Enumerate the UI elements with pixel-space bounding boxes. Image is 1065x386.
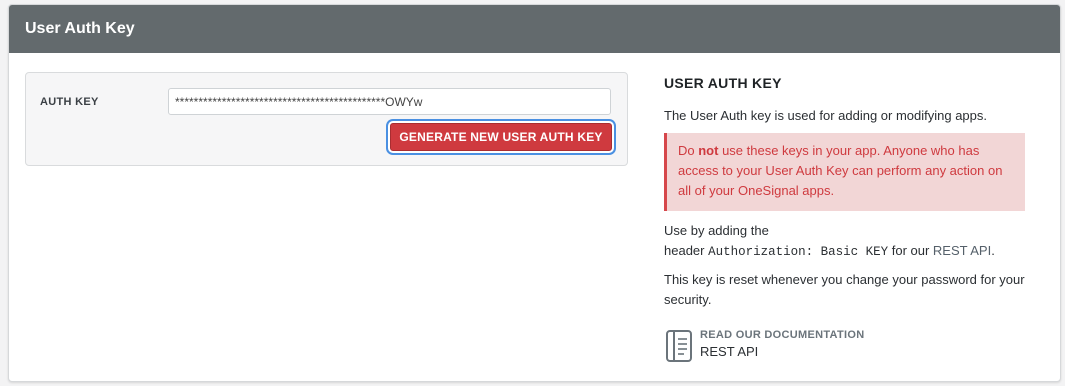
- documentation-text: READ OUR DOCUMENTATION REST API: [700, 328, 864, 362]
- rest-api-doc-link[interactable]: REST API: [700, 342, 758, 362]
- usage-line-1: Use by adding the: [664, 223, 769, 238]
- auth-key-box: AUTH KEY GENERATE NEW USER AUTH KEY: [25, 72, 628, 166]
- book-icon: [664, 329, 694, 363]
- info-heading: USER AUTH KEY: [664, 75, 782, 91]
- usage-line-2: header Authorization: Basic KEY for our …: [664, 241, 1025, 262]
- warning-suffix: use these keys in your app. Anyone who h…: [678, 143, 1003, 198]
- info-sidebar: USER AUTH KEY The User Auth key is used …: [664, 73, 1025, 363]
- usage-end: .: [991, 243, 995, 258]
- auth-key-input[interactable]: [168, 88, 611, 115]
- user-auth-key-panel: User Auth Key AUTH KEY GENERATE NEW USER…: [8, 4, 1061, 382]
- warning-alert: Do not use these keys in your app. Anyon…: [664, 133, 1025, 211]
- usage-text: Use by adding the header Authorization: …: [664, 221, 1025, 262]
- auth-key-label: AUTH KEY: [40, 96, 99, 108]
- info-description: The User Auth key is used for adding or …: [664, 108, 988, 123]
- panel-title: User Auth Key: [25, 20, 135, 37]
- authorization-header-code: Authorization: Basic KEY: [708, 245, 889, 259]
- warning-prefix: Do: [678, 143, 699, 158]
- generate-new-user-auth-key-button[interactable]: GENERATE NEW USER AUTH KEY: [390, 123, 612, 151]
- rest-api-link[interactable]: REST API: [933, 243, 991, 258]
- usage-middle: for our: [888, 243, 933, 258]
- warning-emphasis: not: [698, 143, 719, 158]
- documentation-label: READ OUR DOCUMENTATION: [700, 329, 865, 341]
- reset-note: This key is reset whenever you change yo…: [664, 272, 1025, 307]
- documentation-block: READ OUR DOCUMENTATION REST API: [664, 328, 1025, 363]
- usage-header-prefix: header: [664, 243, 709, 258]
- panel-header: User Auth Key: [9, 5, 1060, 53]
